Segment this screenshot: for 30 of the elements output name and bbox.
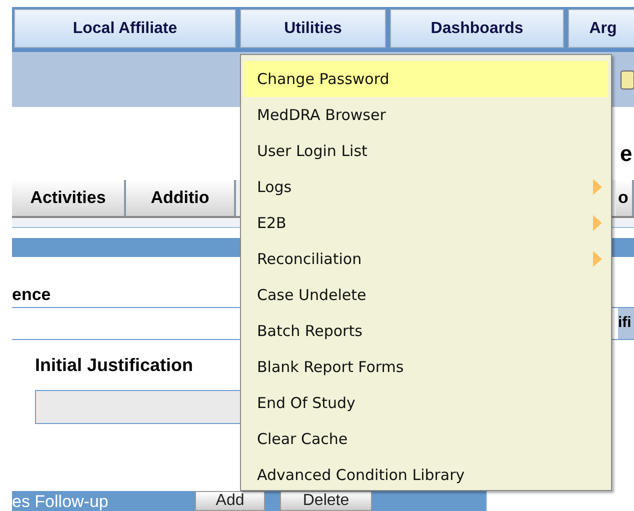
menu-item[interactable]: E2B	[244, 205, 608, 241]
submenu-arrow-icon	[593, 179, 602, 195]
menu-item[interactable]: Advanced Condition Library	[244, 457, 608, 493]
menu-item[interactable]: Clear Cache	[244, 421, 608, 457]
menu-item[interactable]: Change Password	[244, 61, 608, 97]
menu-item[interactable]: End Of Study	[244, 385, 608, 421]
section-tab[interactable]: Additio	[126, 180, 236, 216]
section-label: ifi	[618, 313, 632, 334]
menu-item[interactable]: Case Undelete	[244, 277, 608, 313]
folder-icon[interactable]	[620, 68, 634, 90]
menu-tab[interactable]: Dashboards	[390, 9, 564, 48]
action-button[interactable]: Add	[195, 491, 265, 511]
field-label: Initial Justification	[35, 354, 194, 376]
menu-tab[interactable]: Utilities	[240, 9, 386, 48]
section-tab[interactable]: o	[616, 180, 634, 216]
section-tab[interactable]: Activities	[12, 180, 126, 216]
menu-item[interactable]: User Login List	[244, 133, 608, 169]
section-label: ence	[12, 284, 51, 306]
heading-text: e	[620, 140, 634, 168]
menu-tab[interactable]: Arg	[568, 9, 634, 48]
menu-item[interactable]: Blank Report Forms	[244, 349, 608, 385]
section-title: es Follow-up	[12, 493, 110, 511]
menu-item[interactable]: Batch Reports	[244, 313, 608, 349]
menu-item[interactable]: MedDRA Browser	[244, 97, 608, 133]
menu-item[interactable]: Reconciliation	[244, 241, 608, 277]
submenu-arrow-icon	[593, 251, 602, 267]
menu-item[interactable]: Logs	[244, 169, 608, 205]
action-button[interactable]: Delete	[280, 491, 372, 511]
submenu-arrow-icon	[593, 215, 602, 231]
menu-tab[interactable]: Local Affiliate	[14, 9, 236, 48]
